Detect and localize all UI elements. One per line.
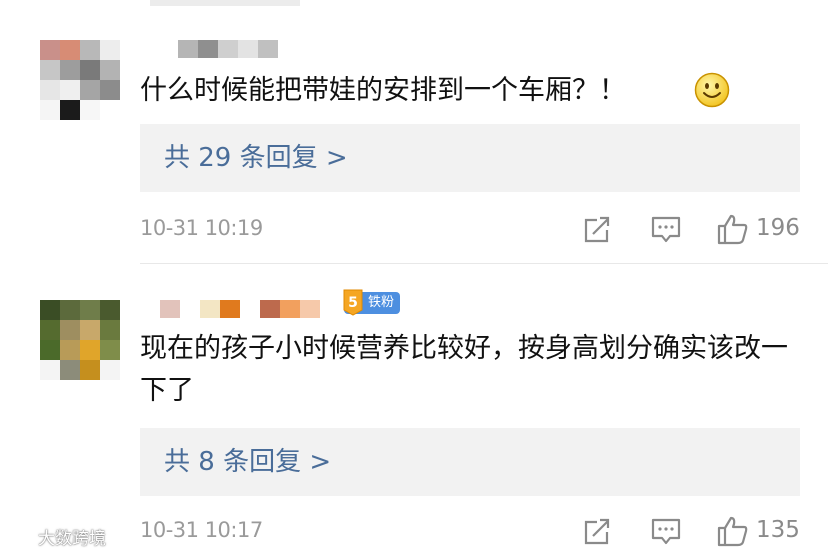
- fan-badge: 5 铁粉: [343, 289, 401, 316]
- thumbs-up-icon: [717, 214, 748, 245]
- fan-level-icon: 5: [343, 289, 363, 316]
- fan-level: 5: [348, 295, 358, 311]
- share-icon[interactable]: [582, 212, 612, 246]
- thumbs-up-icon: [717, 516, 748, 547]
- like-count: 196: [756, 215, 800, 241]
- view-replies-link[interactable]: 共 29 条回复 >: [164, 140, 348, 176]
- meta-row: 10-31 10:17 135: [140, 514, 800, 548]
- comment-icon[interactable]: [650, 514, 682, 548]
- view-replies-link[interactable]: 共 8 条回复 >: [164, 444, 331, 480]
- comment-item: 5 铁粉 现在的孩子小时候营养比较好，按身高划分确实该改一下了 共 8 条回复 …: [0, 264, 828, 556]
- timestamp: 10-31 10:17: [140, 518, 263, 542]
- watermark-logo-icon: [7, 531, 34, 547]
- comment-icon[interactable]: [650, 212, 682, 246]
- comment-body: 什么时候能把带娃的安排到一个车厢？！: [140, 75, 626, 106]
- fan-badge-label: 铁粉: [368, 295, 395, 310]
- smile-emoji: [694, 72, 730, 108]
- share-icon[interactable]: [582, 514, 612, 548]
- comment-item: 什么时候能把带娃的安排到一个车厢？！ 共 29 条回复 > 10-31 10:1…: [0, 0, 828, 262]
- avatar[interactable]: [40, 40, 120, 120]
- timestamp: 10-31 10:19: [140, 216, 263, 240]
- comment-body: 现在的孩子小时候营养比较好，按身高划分确实该改一下了: [140, 333, 788, 406]
- username[interactable]: [160, 300, 330, 318]
- like-button[interactable]: 196: [716, 212, 800, 246]
- username[interactable]: [178, 40, 278, 58]
- watermark-text: 大数跨境: [38, 529, 106, 549]
- comment-text: 现在的孩子小时候营养比较好，按身高划分确实该改一下了: [140, 328, 790, 412]
- reply-box: 共 29 条回复 >: [140, 124, 800, 192]
- like-button[interactable]: 135: [716, 514, 800, 548]
- avatar[interactable]: [40, 300, 120, 380]
- like-count: 135: [756, 517, 800, 543]
- meta-row: 10-31 10:19 196: [140, 212, 800, 246]
- reply-box: 共 8 条回复 >: [140, 428, 800, 496]
